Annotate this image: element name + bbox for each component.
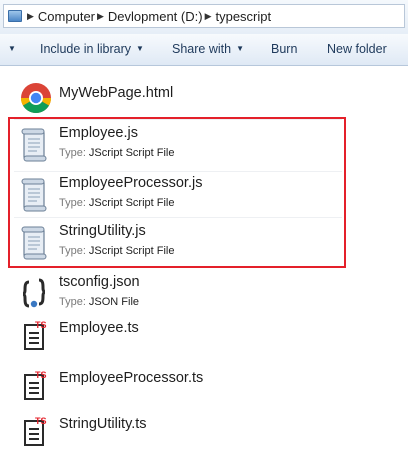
breadcrumb-folder[interactable]: typescript [215,9,271,24]
ts-file-icon: TS [24,416,47,446]
script-scroll-icon [21,178,47,212]
row-divider [14,119,342,120]
script-scroll-icon [21,128,47,162]
file-name: StringUtility.js [59,223,146,239]
new-folder-button[interactable]: New folder [327,42,387,56]
file-type: Type: JScript Script File [59,245,174,257]
file-name: StringUtility.ts [59,416,147,432]
chevron-right-icon[interactable]: ▶ [27,11,34,22]
chevron-down-icon: ▼ [136,44,144,53]
address-bar: ▶ Computer ▶ Devlopment (D:) ▶ typescrip… [0,0,408,35]
chevron-down-icon: ▼ [8,44,16,53]
address-box[interactable]: ▶ Computer ▶ Devlopment (D:) ▶ typescrip… [3,4,405,28]
file-row[interactable]: EmployeeProcessor.js Type: JScript Script… [0,172,408,220]
file-row[interactable]: TS StringUtility.ts [0,412,408,456]
burn-button[interactable]: Burn [271,42,297,56]
toolbar-overflow-caret[interactable]: ▼ [3,42,16,56]
row-divider [14,217,342,218]
file-row[interactable]: MyWebPage.html [0,72,408,118]
share-with-label: Share with [172,42,232,56]
file-name: EmployeeProcessor.js [59,175,203,191]
file-name: tsconfig.json [59,274,140,290]
share-with-button[interactable]: Share with ▼ [172,42,244,56]
chevron-down-icon: ▼ [236,44,244,53]
file-name: EmployeeProcessor.ts [59,370,204,386]
command-toolbar: ▼ Include in library ▼ Share with ▼ Burn N… [0,34,408,66]
file-name: Employee.js [59,125,138,141]
breadcrumb-drive[interactable]: Devlopment (D:) [108,9,203,24]
computer-icon [8,10,22,22]
file-type: Type: JScript Script File [59,197,174,209]
file-list: MyWebPage.html Employee.js Type: JScript … [0,66,408,456]
file-name: Employee.ts [59,320,139,336]
file-type-value: JScript Script File [88,197,175,209]
file-row[interactable]: StringUtility.js Type: JScript Script Fil… [0,220,408,268]
chevron-right-icon[interactable]: ▶ [205,11,212,22]
include-in-library-button[interactable]: Include in library ▼ [40,42,144,56]
file-type-label: Type: [59,197,86,209]
file-type-value: JScript Script File [88,147,175,159]
file-type-value: JScript Script File [88,245,175,257]
file-type: Type: JSON File [59,296,139,308]
file-type: Type: JScript Script File [59,147,174,159]
svg-text:TS: TS [35,370,47,380]
ts-file-icon: TS [24,370,47,400]
file-name: MyWebPage.html [59,85,174,101]
file-row[interactable]: Employee.js Type: JScript Script File [0,122,408,170]
file-row[interactable]: TS EmployeeProcessor.ts [0,364,408,410]
svg-text:TS: TS [35,416,47,426]
file-type-label: Type: [59,245,86,257]
json-file-icon [22,278,46,308]
breadcrumb-computer[interactable]: Computer [38,9,95,24]
ts-file-icon: TS [24,320,47,350]
file-type-value: JSON File [88,296,140,308]
script-scroll-icon [21,226,47,260]
include-in-library-label: Include in library [40,42,132,56]
chrome-html-icon [20,83,52,114]
file-row[interactable]: TS Employee.ts [0,312,408,358]
file-type-label: Type: [59,296,86,308]
svg-text:TS: TS [35,320,47,330]
chevron-right-icon[interactable]: ▶ [97,11,104,22]
file-type-label: Type: [59,147,86,159]
